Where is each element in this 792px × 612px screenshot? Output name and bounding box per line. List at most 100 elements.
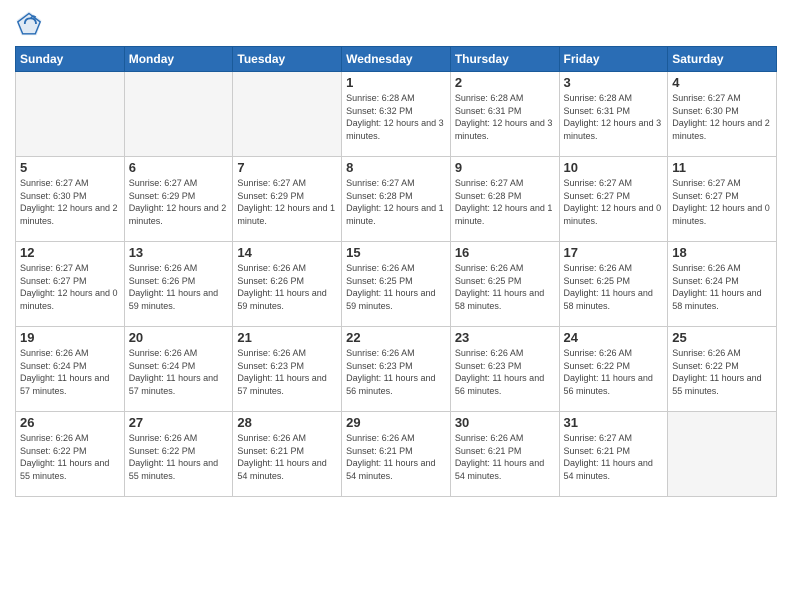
calendar-week-row: 26 Sunrise: 6:26 AM Sunset: 6:22 PM Dayli… xyxy=(16,412,777,497)
day-info: Sunrise: 6:27 AM Sunset: 6:30 PM Dayligh… xyxy=(20,177,120,227)
day-number: 15 xyxy=(346,245,446,260)
day-number: 31 xyxy=(564,415,664,430)
day-number: 25 xyxy=(672,330,772,345)
calendar-cell: 30Sunrise: 6:26 AM Sunset: 6:21 PM Dayli… xyxy=(450,412,559,497)
calendar-cell xyxy=(233,72,342,157)
logo-icon xyxy=(15,10,43,38)
logo xyxy=(15,10,47,38)
header xyxy=(15,10,777,38)
day-number: 24 xyxy=(564,330,664,345)
day-number: 12 xyxy=(20,245,120,260)
day-info: Sunrise: 6:26 AM Sunset: 6:22 PM Dayligh… xyxy=(672,347,772,397)
calendar-table: SundayMondayTuesdayWednesdayThursdayFrid… xyxy=(15,46,777,497)
day-number: 19 xyxy=(20,330,120,345)
day-number: 7 xyxy=(237,160,337,175)
calendar-cell: 23 Sunrise: 6:26 AM Sunset: 6:23 PM Dayli… xyxy=(450,327,559,412)
day-info: Sunrise: 6:26 AM Sunset: 6:21 PM Dayligh… xyxy=(237,432,337,482)
day-info: Sunrise: 6:26 AM Sunset: 6:22 PM Dayligh… xyxy=(129,432,229,482)
day-number: 9 xyxy=(455,160,555,175)
day-number: 11 xyxy=(672,160,772,175)
day-info: Sunrise: 6:27 AM Sunset: 6:29 PM Dayligh… xyxy=(237,177,337,227)
calendar-cell: 2Sunrise: 6:28 AM Sunset: 6:31 PM Daylig… xyxy=(450,72,559,157)
day-info: Sunrise: 6:27 AM Sunset: 6:27 PM Dayligh… xyxy=(672,177,772,227)
day-number: 27 xyxy=(129,415,229,430)
weekday-header: Friday xyxy=(559,47,668,72)
day-number: 5 xyxy=(20,160,120,175)
calendar-cell: 7 Sunrise: 6:27 AM Sunset: 6:29 PM Daylig… xyxy=(233,157,342,242)
weekday-header: Sunday xyxy=(16,47,125,72)
calendar-cell: 29Sunrise: 6:26 AM Sunset: 6:21 PM Dayli… xyxy=(342,412,451,497)
day-info: Sunrise: 6:28 AM Sunset: 6:31 PM Dayligh… xyxy=(455,92,555,142)
day-info: Sunrise: 6:26 AM Sunset: 6:24 PM Dayligh… xyxy=(20,347,120,397)
day-info: Sunrise: 6:26 AM Sunset: 6:24 PM Dayligh… xyxy=(129,347,229,397)
calendar-cell: 22Sunrise: 6:26 AM Sunset: 6:23 PM Dayli… xyxy=(342,327,451,412)
calendar-cell: 27 Sunrise: 6:26 AM Sunset: 6:22 PM Dayli… xyxy=(124,412,233,497)
calendar-body: 1Sunrise: 6:28 AM Sunset: 6:32 PM Daylig… xyxy=(16,72,777,497)
day-number: 29 xyxy=(346,415,446,430)
day-number: 4 xyxy=(672,75,772,90)
calendar-cell: 12 Sunrise: 6:27 AM Sunset: 6:27 PM Dayli… xyxy=(16,242,125,327)
day-info: Sunrise: 6:26 AM Sunset: 6:23 PM Dayligh… xyxy=(346,347,446,397)
day-info: Sunrise: 6:27 AM Sunset: 6:27 PM Dayligh… xyxy=(564,177,664,227)
calendar-cell: 11 Sunrise: 6:27 AM Sunset: 6:27 PM Dayli… xyxy=(668,157,777,242)
calendar-cell xyxy=(668,412,777,497)
calendar-cell: 14 Sunrise: 6:26 AM Sunset: 6:26 PM Dayli… xyxy=(233,242,342,327)
calendar-header: SundayMondayTuesdayWednesdayThursdayFrid… xyxy=(16,47,777,72)
day-number: 28 xyxy=(237,415,337,430)
day-info: Sunrise: 6:27 AM Sunset: 6:27 PM Dayligh… xyxy=(20,262,120,312)
calendar-cell: 1Sunrise: 6:28 AM Sunset: 6:32 PM Daylig… xyxy=(342,72,451,157)
calendar-cell: 31 Sunrise: 6:27 AM Sunset: 6:21 PM Dayli… xyxy=(559,412,668,497)
calendar-cell: 24 Sunrise: 6:26 AM Sunset: 6:22 PM Dayli… xyxy=(559,327,668,412)
calendar-cell: 3 Sunrise: 6:28 AM Sunset: 6:31 PM Daylig… xyxy=(559,72,668,157)
weekday-header: Thursday xyxy=(450,47,559,72)
calendar-cell: 28 Sunrise: 6:26 AM Sunset: 6:21 PM Dayli… xyxy=(233,412,342,497)
calendar-cell: 19 Sunrise: 6:26 AM Sunset: 6:24 PM Dayli… xyxy=(16,327,125,412)
calendar-cell: 18Sunrise: 6:26 AM Sunset: 6:24 PM Dayli… xyxy=(668,242,777,327)
day-number: 20 xyxy=(129,330,229,345)
calendar-cell: 13Sunrise: 6:26 AM Sunset: 6:26 PM Dayli… xyxy=(124,242,233,327)
calendar-cell: 9 Sunrise: 6:27 AM Sunset: 6:28 PM Daylig… xyxy=(450,157,559,242)
day-number: 21 xyxy=(237,330,337,345)
day-number: 30 xyxy=(455,415,555,430)
day-info: Sunrise: 6:26 AM Sunset: 6:24 PM Dayligh… xyxy=(672,262,772,312)
day-info: Sunrise: 6:27 AM Sunset: 6:21 PM Dayligh… xyxy=(564,432,664,482)
day-info: Sunrise: 6:26 AM Sunset: 6:22 PM Dayligh… xyxy=(20,432,120,482)
calendar-cell: 26 Sunrise: 6:26 AM Sunset: 6:22 PM Dayli… xyxy=(16,412,125,497)
calendar-cell: 16 Sunrise: 6:26 AM Sunset: 6:25 PM Dayli… xyxy=(450,242,559,327)
calendar-cell: 20 Sunrise: 6:26 AM Sunset: 6:24 PM Dayli… xyxy=(124,327,233,412)
calendar-cell: 10 Sunrise: 6:27 AM Sunset: 6:27 PM Dayli… xyxy=(559,157,668,242)
weekday-header: Wednesday xyxy=(342,47,451,72)
calendar-cell xyxy=(16,72,125,157)
calendar-cell: 6Sunrise: 6:27 AM Sunset: 6:29 PM Daylig… xyxy=(124,157,233,242)
day-number: 13 xyxy=(129,245,229,260)
day-number: 14 xyxy=(237,245,337,260)
day-info: Sunrise: 6:28 AM Sunset: 6:32 PM Dayligh… xyxy=(346,92,446,142)
day-info: Sunrise: 6:28 AM Sunset: 6:31 PM Dayligh… xyxy=(564,92,664,142)
day-number: 16 xyxy=(455,245,555,260)
day-info: Sunrise: 6:26 AM Sunset: 6:25 PM Dayligh… xyxy=(564,262,664,312)
day-info: Sunrise: 6:26 AM Sunset: 6:22 PM Dayligh… xyxy=(564,347,664,397)
day-info: Sunrise: 6:26 AM Sunset: 6:25 PM Dayligh… xyxy=(346,262,446,312)
weekday-header: Tuesday xyxy=(233,47,342,72)
calendar-cell: 5 Sunrise: 6:27 AM Sunset: 6:30 PM Daylig… xyxy=(16,157,125,242)
calendar-week-row: 19 Sunrise: 6:26 AM Sunset: 6:24 PM Dayli… xyxy=(16,327,777,412)
calendar-week-row: 1Sunrise: 6:28 AM Sunset: 6:32 PM Daylig… xyxy=(16,72,777,157)
day-info: Sunrise: 6:26 AM Sunset: 6:26 PM Dayligh… xyxy=(237,262,337,312)
day-number: 6 xyxy=(129,160,229,175)
weekday-header: Saturday xyxy=(668,47,777,72)
day-info: Sunrise: 6:27 AM Sunset: 6:28 PM Dayligh… xyxy=(346,177,446,227)
weekday-header: Monday xyxy=(124,47,233,72)
calendar-week-row: 12 Sunrise: 6:27 AM Sunset: 6:27 PM Dayli… xyxy=(16,242,777,327)
day-number: 10 xyxy=(564,160,664,175)
day-info: Sunrise: 6:27 AM Sunset: 6:28 PM Dayligh… xyxy=(455,177,555,227)
calendar-cell xyxy=(124,72,233,157)
day-number: 3 xyxy=(564,75,664,90)
day-info: Sunrise: 6:26 AM Sunset: 6:23 PM Dayligh… xyxy=(455,347,555,397)
day-number: 26 xyxy=(20,415,120,430)
day-info: Sunrise: 6:27 AM Sunset: 6:30 PM Dayligh… xyxy=(672,92,772,142)
weekday-row: SundayMondayTuesdayWednesdayThursdayFrid… xyxy=(16,47,777,72)
day-info: Sunrise: 6:26 AM Sunset: 6:25 PM Dayligh… xyxy=(455,262,555,312)
day-number: 23 xyxy=(455,330,555,345)
calendar-cell: 21 Sunrise: 6:26 AM Sunset: 6:23 PM Dayli… xyxy=(233,327,342,412)
day-info: Sunrise: 6:26 AM Sunset: 6:23 PM Dayligh… xyxy=(237,347,337,397)
